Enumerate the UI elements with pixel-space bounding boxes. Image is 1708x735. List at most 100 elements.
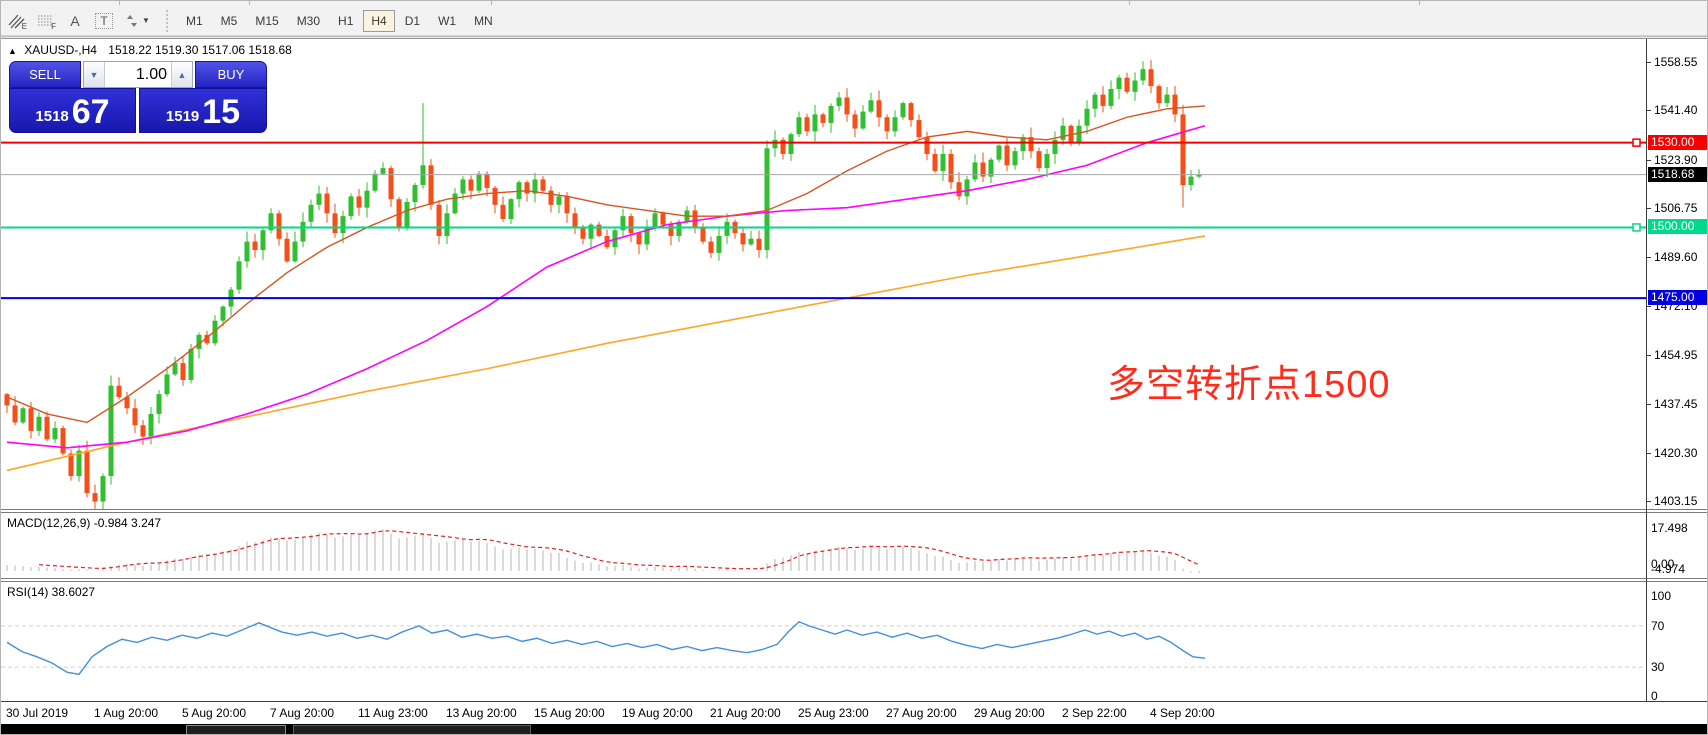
candle-down — [501, 205, 506, 219]
time-axis-label: 1 Aug 20:00 — [94, 706, 158, 720]
time-axis-label: 5 Aug 20:00 — [182, 706, 246, 720]
time-axis-label: 29 Aug 20:00 — [974, 706, 1045, 720]
candle-up — [749, 239, 754, 245]
sell-price-big: 67 — [72, 95, 110, 129]
sell-price-small: 1518 — [35, 108, 68, 125]
candle-down — [541, 179, 546, 190]
candle-down — [93, 493, 98, 501]
candle-down — [85, 451, 90, 493]
candle-up — [973, 162, 978, 179]
candle-up — [373, 174, 378, 191]
candle-up — [293, 242, 298, 262]
candle-up — [1013, 151, 1018, 165]
price-tick-label: 1489.60 — [1654, 250, 1697, 264]
ma_fast-line — [7, 106, 1205, 422]
candle-down — [549, 191, 554, 205]
macd-pane-separator[interactable] — [1, 509, 1708, 513]
candle-down — [437, 205, 442, 236]
volume-input[interactable] — [105, 62, 171, 87]
rsi-pane-separator[interactable] — [1, 578, 1708, 582]
ohlc-values: 1518.22 1519.30 1517.06 1518.68 — [108, 43, 292, 57]
candle-up — [1117, 78, 1122, 89]
candle-down — [29, 408, 34, 431]
candle-up — [349, 196, 354, 216]
price-level-badge: 1475.00 — [1648, 290, 1707, 305]
candle-up — [861, 112, 866, 129]
rsi-axis-label: 70 — [1651, 619, 1664, 633]
current-price-badge: 1518.68 — [1648, 167, 1707, 182]
candle-up — [37, 417, 42, 431]
rsi-axis-label: 100 — [1651, 589, 1671, 603]
price-level-badge: 1500.00 — [1648, 219, 1707, 234]
candle-down — [709, 242, 714, 253]
candle-down — [389, 168, 394, 199]
time-axis-label: 11 Aug 23:00 — [358, 706, 428, 720]
buy-price-box[interactable]: 1519 15 — [139, 88, 267, 133]
candle-down — [917, 120, 922, 137]
price-level-badge: 1530.00 — [1648, 135, 1707, 150]
candle-down — [1173, 95, 1178, 115]
level-line-handle — [1633, 224, 1640, 231]
candle-down — [117, 386, 122, 397]
time-axis-label: 30 Jul 2019 — [6, 706, 68, 720]
price-tick-label: 1541.40 — [1654, 103, 1697, 117]
candle-down — [877, 100, 882, 117]
candle-up — [965, 179, 970, 196]
volume-decrease-button[interactable]: ▼ — [84, 62, 105, 87]
volume-increase-button[interactable]: ▲ — [171, 62, 192, 87]
candle-up — [837, 97, 842, 105]
price-tick — [1646, 208, 1651, 209]
candle-down — [1149, 69, 1154, 86]
candle-up — [1093, 95, 1098, 109]
candle-down — [1005, 145, 1010, 165]
candle-down — [469, 179, 474, 190]
candle-up — [725, 222, 730, 236]
candle-up — [1021, 137, 1026, 151]
symbol-header: ▲ XAUUSD-,H4 1518.22 1519.30 1517.06 151… — [8, 43, 292, 57]
candle-down — [325, 194, 330, 214]
time-axis-label: 7 Aug 20:00 — [270, 706, 334, 720]
candle-down — [525, 182, 530, 193]
chart-tab[interactable] — [186, 725, 286, 735]
candle-up — [221, 307, 226, 321]
time-axis-label: 4 Sep 20:00 — [1150, 706, 1215, 720]
candle-up — [165, 374, 170, 394]
sell-button[interactable]: SELL — [9, 61, 81, 88]
candle-down — [285, 239, 290, 262]
candle-up — [421, 165, 426, 185]
level-line-handle — [1633, 139, 1640, 146]
candle-down — [853, 114, 858, 128]
candle-up — [261, 230, 266, 250]
candle-up — [941, 154, 946, 171]
candle-up — [341, 216, 346, 233]
price-axis-border — [1646, 39, 1647, 701]
candle-down — [253, 242, 258, 250]
candle-up — [765, 148, 770, 250]
collapse-triangle-icon[interactable]: ▲ — [8, 46, 17, 56]
time-axis-label: 27 Aug 20:00 — [886, 706, 957, 720]
candle-up — [1085, 109, 1090, 126]
candle-up — [789, 134, 794, 154]
time-axis-label: 25 Aug 23:00 — [798, 706, 869, 720]
buy-button[interactable]: BUY — [195, 61, 267, 88]
candle-up — [461, 179, 466, 193]
candle-down — [885, 117, 890, 131]
candle-down — [629, 216, 634, 233]
candle-down — [925, 137, 930, 154]
sell-price-box[interactable]: 1518 67 — [9, 88, 136, 133]
candle-up — [101, 476, 106, 501]
price-tick-label: 1506.75 — [1654, 201, 1697, 215]
candle-up — [157, 394, 162, 414]
candle-up — [173, 363, 178, 374]
candle-down — [565, 196, 570, 213]
candle-down — [933, 154, 938, 171]
candle-up — [477, 174, 482, 191]
time-axis-border — [1, 701, 1708, 702]
candle-up — [381, 168, 386, 174]
candle-down — [661, 213, 666, 224]
candle-up — [1133, 81, 1138, 92]
chart-tab[interactable] — [293, 725, 531, 735]
buy-price-small: 1519 — [166, 108, 199, 125]
price-tick-label: 1523.90 — [1654, 153, 1697, 167]
candle-down — [693, 210, 698, 227]
